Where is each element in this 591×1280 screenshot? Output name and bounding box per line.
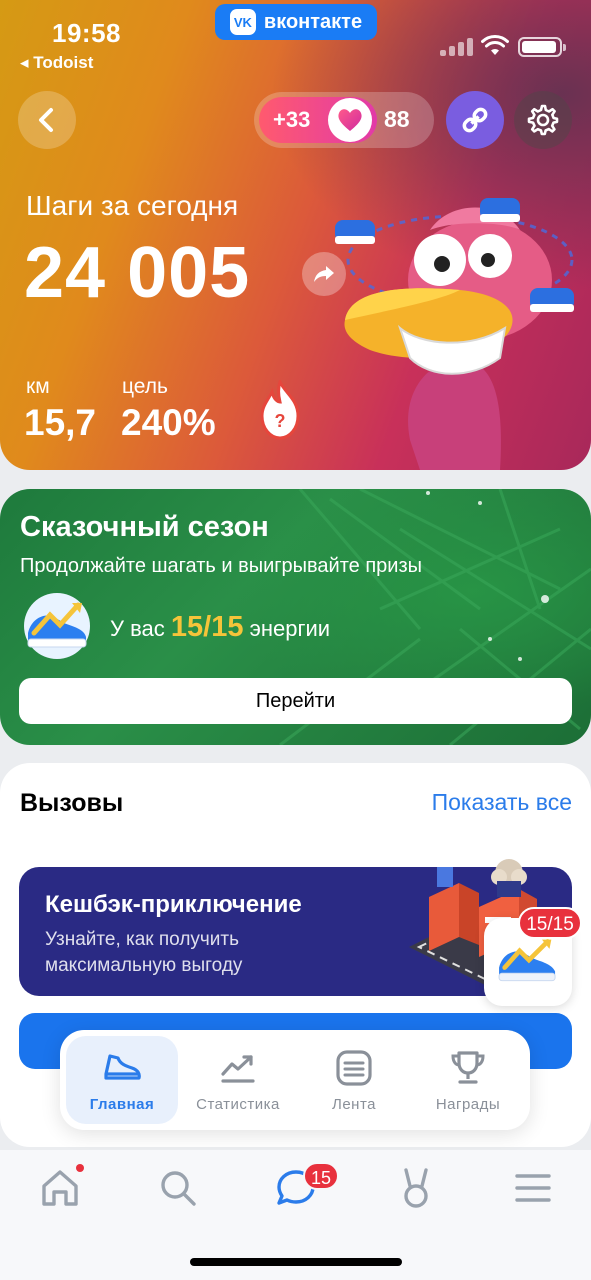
link-button[interactable] bbox=[446, 91, 504, 149]
season-subtitle: Продолжайте шагать и выигрывайте призы bbox=[20, 555, 423, 577]
inner-tab-stats-label: Статистика bbox=[196, 1096, 280, 1113]
distance-label: км bbox=[26, 375, 50, 398]
challenges-title: Вызовы bbox=[20, 789, 124, 817]
status-bar: 19:58 ◂ Todoist VK вконтакте bbox=[0, 0, 591, 80]
link-icon bbox=[462, 107, 488, 133]
goal-label: цель bbox=[122, 375, 168, 398]
messages-badge: 15 bbox=[303, 1162, 339, 1190]
show-all-link[interactable]: Показать все bbox=[432, 789, 572, 816]
services-icon[interactable] bbox=[394, 1166, 438, 1210]
gear-icon bbox=[527, 104, 559, 136]
cashback-desc-line1: Узнайте, как получить bbox=[45, 929, 240, 950]
search-icon[interactable] bbox=[156, 1166, 200, 1210]
steps-hero: 19:58 ◂ Todoist VK вконтакте +33 88 Шаги… bbox=[0, 0, 591, 470]
inner-tab-rewards[interactable]: Награды bbox=[412, 1036, 524, 1124]
settings-button[interactable] bbox=[514, 91, 572, 149]
cashback-title: Кешбэк-приключение bbox=[45, 891, 302, 918]
duck-mascot-illustration bbox=[335, 198, 574, 470]
sneaker-energy-icon bbox=[24, 593, 90, 659]
feed-icon bbox=[336, 1050, 372, 1086]
cashback-desc-line2: максимальную выгоду bbox=[45, 955, 243, 976]
fire-icon-question: ? bbox=[275, 411, 286, 431]
sneaker-icon bbox=[104, 1054, 141, 1080]
vk-badge-label: вконтакте bbox=[263, 10, 363, 33]
inner-tab-main[interactable]: Главная bbox=[66, 1036, 178, 1124]
inner-tab-feed-label: Лента bbox=[331, 1096, 376, 1113]
hearts-counter[interactable]: +33 88 bbox=[254, 92, 434, 148]
heart-icon bbox=[328, 98, 372, 142]
back-to-app-link[interactable]: ◂ Todoist bbox=[20, 53, 93, 73]
season-go-button[interactable]: Перейти bbox=[19, 678, 572, 724]
app-inner-nav: Главная Статистика Лента Награды bbox=[60, 1030, 530, 1130]
trophy-icon bbox=[451, 1051, 485, 1084]
wifi-icon bbox=[481, 34, 509, 55]
chevron-left-icon bbox=[39, 108, 53, 132]
status-time: 19:58 bbox=[52, 18, 121, 48]
vk-badge: VK вконтакте bbox=[215, 4, 377, 40]
energy-badge: 15/15 bbox=[518, 907, 582, 939]
energy-value: 15/15 bbox=[170, 611, 244, 643]
home-icon[interactable] bbox=[38, 1166, 82, 1210]
vk-logo-icon: VK bbox=[229, 9, 256, 35]
inner-tab-rewards-label: Награды bbox=[435, 1096, 501, 1113]
sneaker-icon bbox=[498, 939, 556, 982]
hearts-count: 88 bbox=[384, 106, 410, 132]
home-indicator bbox=[190, 1258, 402, 1266]
season-card: Сказочный сезон Продолжайте шагать и выи… bbox=[0, 489, 591, 745]
back-button[interactable] bbox=[18, 91, 76, 149]
steps-value: 24 005 bbox=[24, 233, 251, 313]
season-title: Сказочный сезон bbox=[20, 511, 269, 543]
battery-icon bbox=[518, 37, 566, 57]
distance-value: 15,7 bbox=[24, 402, 97, 443]
home-notification-dot bbox=[76, 1164, 84, 1172]
energy-suffix: энергии bbox=[249, 616, 331, 641]
inner-tab-main-label: Главная bbox=[89, 1096, 155, 1113]
inner-tab-stats[interactable]: Статистика bbox=[182, 1036, 294, 1124]
signal-icon bbox=[440, 38, 474, 56]
fire-icon[interactable]: ? bbox=[256, 378, 304, 440]
goal-value: 240% bbox=[121, 402, 216, 443]
chart-trend-icon bbox=[221, 1055, 255, 1083]
energy-status: У вас 15/15 энергии bbox=[110, 611, 330, 644]
menu-icon[interactable] bbox=[511, 1166, 555, 1210]
inner-tab-feed[interactable]: Лента bbox=[298, 1036, 410, 1124]
energy-prefix: У вас bbox=[110, 616, 165, 641]
steps-label: Шаги за сегодня bbox=[26, 190, 239, 221]
